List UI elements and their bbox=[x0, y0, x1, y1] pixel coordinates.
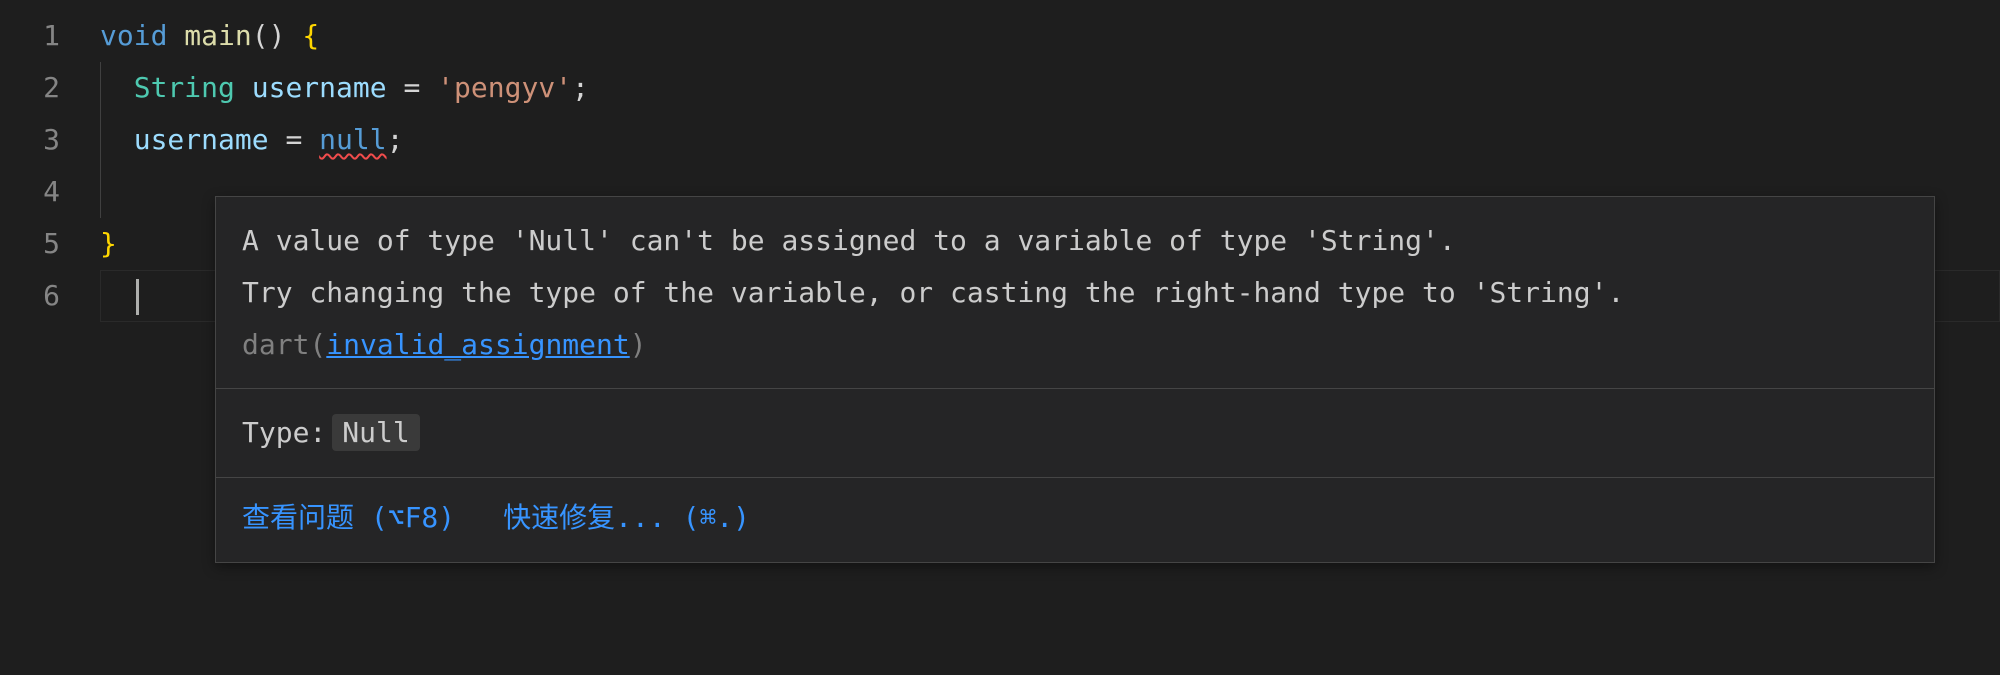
hover-type-label: Type: bbox=[242, 416, 326, 449]
indent-guide bbox=[100, 114, 101, 166]
string-literal: 'pengyv' bbox=[437, 71, 572, 104]
brace-close: } bbox=[100, 227, 117, 260]
line-number: 3 bbox=[0, 114, 60, 166]
line-number: 1 bbox=[0, 10, 60, 62]
hover-type-value: Null bbox=[332, 414, 419, 451]
view-problem-action[interactable]: 查看问题 (⌥F8) bbox=[242, 492, 455, 544]
indent-guide bbox=[100, 166, 101, 218]
line-number-gutter: 1 2 3 4 5 6 bbox=[0, 10, 100, 322]
code-line[interactable]: void main() { bbox=[100, 10, 2000, 62]
keyword-void: void bbox=[100, 19, 167, 52]
hover-source-suffix: ) bbox=[630, 328, 647, 361]
equals-sign: = bbox=[285, 123, 302, 156]
hover-tooltip[interactable]: A value of type 'Null' can't be assigned… bbox=[215, 196, 1935, 563]
semicolon: ; bbox=[387, 123, 404, 156]
keyword-null-error[interactable]: null bbox=[319, 123, 386, 156]
line-number: 4 bbox=[0, 166, 60, 218]
line-number: 2 bbox=[0, 62, 60, 114]
hover-type-section: Type:Null bbox=[216, 388, 1934, 477]
brace-open: { bbox=[302, 19, 319, 52]
line-number: 6 bbox=[0, 270, 60, 322]
line-number: 5 bbox=[0, 218, 60, 270]
code-line[interactable]: username = null; bbox=[100, 114, 2000, 166]
hover-actions-bar: 查看问题 (⌥F8) 快速修复... (⌘.) bbox=[216, 477, 1934, 562]
variable-username: username bbox=[252, 71, 387, 104]
paren-pair: () bbox=[252, 19, 286, 52]
indent-guide bbox=[100, 62, 101, 114]
variable-username: username bbox=[134, 123, 269, 156]
code-line[interactable]: String username = 'pengyv'; bbox=[100, 62, 2000, 114]
hover-message-section: A value of type 'Null' can't be assigned… bbox=[216, 197, 1934, 388]
semicolon: ; bbox=[572, 71, 589, 104]
error-code-link[interactable]: invalid_assignment bbox=[326, 328, 629, 361]
hover-error-message: A value of type 'Null' can't be assigned… bbox=[242, 224, 1624, 309]
quick-fix-action[interactable]: 快速修复... (⌘.) bbox=[503, 492, 750, 544]
function-main: main bbox=[184, 19, 251, 52]
type-string: String bbox=[134, 71, 235, 104]
hover-source-prefix: dart( bbox=[242, 328, 326, 361]
equals-sign: = bbox=[403, 71, 420, 104]
